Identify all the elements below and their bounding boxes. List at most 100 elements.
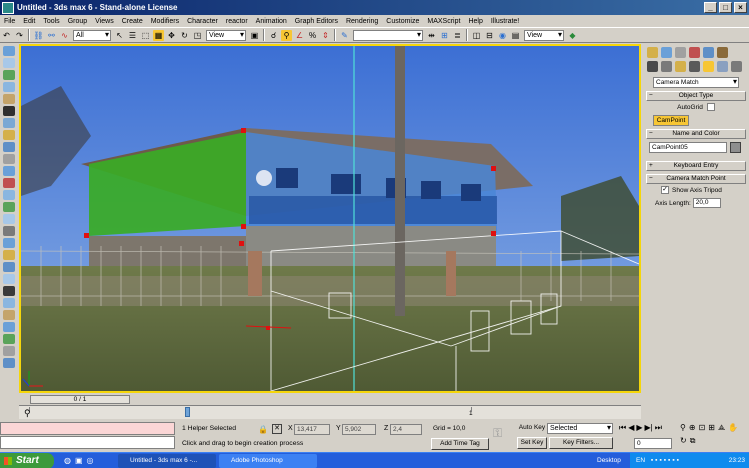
maxscript-output[interactable] — [0, 436, 175, 449]
track-bar[interactable]: 1 — [19, 405, 641, 419]
tray-icons[interactable]: ▪▪▪▪▪▪▪ — [651, 457, 681, 464]
camera-match-point-rollout[interactable]: − Camera Match Point — [646, 174, 746, 184]
keyboard-entry-rollout[interactable]: + Keyboard Entry — [646, 161, 746, 171]
start-button[interactable]: Start — [0, 453, 54, 468]
tool-icon[interactable] — [3, 70, 15, 80]
tool-icon[interactable] — [3, 46, 15, 56]
tool-icon[interactable] — [3, 286, 15, 296]
field-of-view-icon[interactable]: ⟁ — [718, 423, 725, 433]
render-type-dropdown[interactable]: View — [524, 29, 564, 41]
add-time-tag-button[interactable]: Add Time Tag — [431, 438, 489, 450]
mirror-icon[interactable]: ⇹ — [426, 30, 437, 41]
next-frame-icon[interactable]: ▶| — [645, 423, 653, 433]
select-object-icon[interactable]: ↖ — [114, 30, 125, 41]
undo-icon[interactable]: ↶ — [1, 30, 12, 41]
window-crossing-icon[interactable]: ▦ — [153, 29, 164, 41]
menu-animation[interactable]: Animation — [252, 18, 291, 25]
menu-maxscript[interactable]: MAXScript — [423, 18, 464, 25]
language-indicator[interactable]: EN — [636, 457, 645, 464]
zoom-icon[interactable]: ⚲ — [680, 423, 686, 433]
snap-toggle-icon[interactable]: ⚲ — [281, 29, 292, 41]
menu-rendering[interactable]: Rendering — [342, 18, 382, 25]
link-icon[interactable]: ⛓ — [33, 30, 44, 41]
tool-icon[interactable] — [3, 298, 15, 308]
geometry-icon[interactable] — [647, 61, 658, 72]
auto-key-button[interactable]: Auto Key — [517, 423, 547, 435]
object-type-rollout[interactable]: − Object Type — [646, 91, 746, 101]
angle-snap-icon[interactable]: ∠ — [294, 30, 305, 41]
tool-icon[interactable] — [3, 106, 15, 116]
minimize-button[interactable]: _ — [704, 2, 717, 13]
tool-icon[interactable] — [3, 118, 15, 128]
tool-icon[interactable] — [3, 178, 15, 188]
tool-icon[interactable] — [3, 346, 15, 356]
space-warps-icon[interactable] — [717, 61, 728, 72]
arc-rotate-icon[interactable]: ↻ — [680, 436, 687, 446]
x-coordinate-field[interactable]: 13,417 — [294, 424, 330, 435]
shapes-icon[interactable] — [661, 61, 672, 72]
select-by-name-icon[interactable]: ☰ — [127, 30, 138, 41]
maximize-button[interactable]: □ — [719, 2, 732, 13]
go-to-end-icon[interactable]: ⏭ — [655, 423, 662, 433]
zoom-all-icon[interactable]: ⊕ — [689, 423, 696, 433]
select-rotate-icon[interactable]: ↻ — [179, 30, 190, 41]
helper-type-dropdown[interactable]: Camera Match — [653, 77, 739, 88]
autogrid-checkbox[interactable] — [706, 103, 715, 111]
y-coordinate-field[interactable]: 5,902 — [342, 424, 376, 435]
lock-icon[interactable]: 🔒 — [258, 425, 268, 434]
play-icon[interactable]: ▶ — [636, 423, 642, 433]
lights-icon[interactable] — [675, 61, 686, 72]
name-color-rollout[interactable]: − Name and Color — [646, 129, 746, 139]
set-key-button[interactable]: Set Key — [517, 437, 547, 449]
menu-edit[interactable]: Edit — [19, 18, 39, 25]
current-frame-marker[interactable] — [185, 407, 190, 417]
tool-icon[interactable] — [3, 202, 15, 212]
pivot-center-icon[interactable]: ▣ — [249, 30, 260, 41]
tool-icon[interactable] — [3, 190, 15, 200]
layer-manager-icon[interactable]: ≣ — [452, 30, 463, 41]
tool-icon[interactable] — [3, 274, 15, 284]
menu-modifiers[interactable]: Modifiers — [147, 18, 183, 25]
menu-illustrate[interactable]: Illustrate! — [487, 18, 523, 25]
cameras-icon[interactable] — [689, 61, 700, 72]
named-selection-dropdown[interactable] — [353, 29, 423, 41]
zoom-extents-all-icon[interactable]: ⊞ — [708, 423, 715, 433]
tool-icon[interactable] — [3, 130, 15, 140]
select-manipulate-icon[interactable]: ☌ — [268, 30, 279, 41]
select-scale-icon[interactable]: ◳ — [192, 30, 203, 41]
tool-icon[interactable] — [3, 214, 15, 224]
create-tab-icon[interactable] — [647, 47, 658, 58]
time-slider[interactable]: 0 / 1 — [19, 394, 641, 405]
select-move-icon[interactable]: ✥ — [166, 30, 177, 41]
z-coordinate-field[interactable]: 2,4 — [390, 424, 422, 435]
selection-filter-dropdown[interactable]: All — [73, 29, 111, 41]
schematic-view-icon[interactable]: ⊟ — [484, 30, 495, 41]
go-to-start-icon[interactable]: ⏮ — [619, 423, 626, 433]
tool-icon[interactable] — [3, 322, 15, 332]
menu-help[interactable]: Help — [464, 18, 486, 25]
spinner-snap-icon[interactable]: ⇕ — [320, 30, 331, 41]
hierarchy-tab-icon[interactable] — [675, 47, 686, 58]
curve-editor-mini-icon[interactable]: ⚲ — [24, 408, 31, 419]
frame-counter[interactable]: 0 / 1 — [30, 395, 130, 404]
taskbar-photoshop[interactable]: Adobe Photoshop — [219, 454, 317, 468]
tool-icon[interactable] — [3, 238, 15, 248]
rectangular-selection-icon[interactable]: ⬚ — [140, 30, 151, 41]
menu-character[interactable]: Character — [183, 18, 222, 25]
tool-icon[interactable] — [3, 334, 15, 344]
percent-snap-icon[interactable]: % — [307, 30, 318, 41]
utilities-tab-icon[interactable] — [717, 47, 728, 58]
zoom-extents-icon[interactable]: ⊡ — [699, 423, 706, 433]
tool-icon[interactable] — [3, 94, 15, 104]
reference-coordinate-dropdown[interactable]: View — [206, 29, 246, 41]
perspective-viewport[interactable] — [19, 44, 641, 393]
taskbar-3dsmax[interactable]: Untitled - 3ds max 6 -... — [118, 454, 216, 468]
edit-named-selection-icon[interactable]: ✎ — [339, 30, 350, 41]
bind-space-warp-icon[interactable]: ∿ — [59, 30, 70, 41]
pan-icon[interactable]: ✋ — [728, 423, 738, 433]
menu-group[interactable]: Group — [64, 18, 91, 25]
tool-icon[interactable] — [3, 82, 15, 92]
align-icon[interactable]: ⊞ — [439, 30, 450, 41]
tool-icon[interactable] — [3, 226, 15, 236]
tool-icon[interactable] — [3, 310, 15, 320]
